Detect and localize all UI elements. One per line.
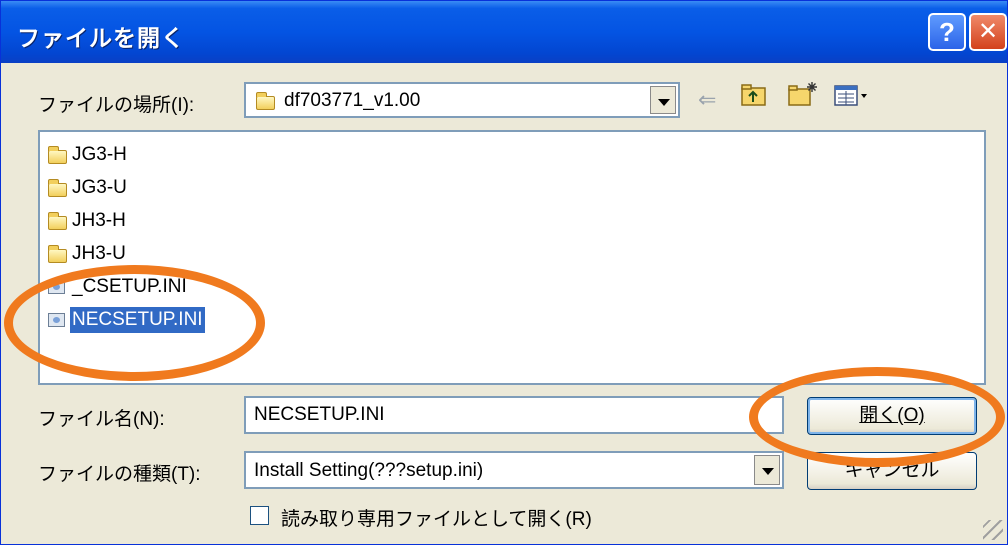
close-button[interactable]: ✕ (969, 13, 1007, 51)
file-name: _CSETUP.INI (72, 276, 187, 297)
open-button-label: 開く(O) (859, 405, 925, 426)
file-name: JG3-U (72, 177, 127, 198)
filetype-value: Install Setting(???setup.ini) (254, 460, 484, 481)
readonly-label[interactable]: 読み取り専用ファイルとして開く(R) (281, 504, 592, 531)
file-list[interactable]: JG3-H JG3-U JH3-H JH3-U _CSETUP.INI NECS… (38, 130, 986, 385)
help-button[interactable]: ? (928, 13, 966, 51)
file-name: NECSETUP.INI (70, 307, 205, 333)
open-file-dialog: ファイルを開く ? ✕ ファイルの場所(I): df703771_v1.00 ⇐ (0, 0, 1008, 545)
filetype-label: ファイルの種類(T): (38, 464, 201, 485)
open-button[interactable]: 開く(O) (807, 397, 977, 435)
resize-grip[interactable] (983, 520, 1003, 540)
cancel-button[interactable]: キャンセル (807, 452, 977, 490)
filename-input[interactable]: NECSETUP.INI (244, 396, 784, 434)
folder-icon (48, 146, 67, 164)
location-value: df703771_v1.00 (284, 90, 421, 111)
settings-file-icon (48, 280, 65, 294)
new-folder-icon[interactable] (788, 81, 818, 107)
chevron-down-icon[interactable] (754, 455, 780, 485)
title-bar[interactable]: ファイルを開く ? ✕ (1, 1, 1007, 63)
up-folder-icon[interactable] (741, 83, 767, 107)
settings-file-icon (48, 313, 65, 327)
folder-icon (48, 245, 67, 263)
file-name: JG3-H (72, 144, 127, 165)
folder-icon (48, 179, 67, 197)
filename-label: ファイル名(N): (38, 409, 165, 430)
location-combo[interactable]: df703771_v1.00 (244, 82, 680, 118)
cancel-button-label: キャンセル (844, 460, 940, 481)
location-label: ファイルの場所(I): (38, 95, 195, 116)
chevron-down-icon[interactable] (650, 86, 676, 114)
view-menu-icon[interactable] (834, 85, 874, 107)
file-name: JH3-U (72, 243, 126, 264)
folder-icon (256, 92, 275, 110)
readonly-checkbox[interactable] (250, 506, 269, 525)
back-icon[interactable]: ⇐ (698, 87, 716, 113)
dialog-title: ファイルを開く (17, 25, 185, 51)
filetype-combo[interactable]: Install Setting(???setup.ini) (244, 451, 784, 489)
folder-icon (48, 212, 67, 230)
file-name: JH3-H (72, 210, 126, 231)
